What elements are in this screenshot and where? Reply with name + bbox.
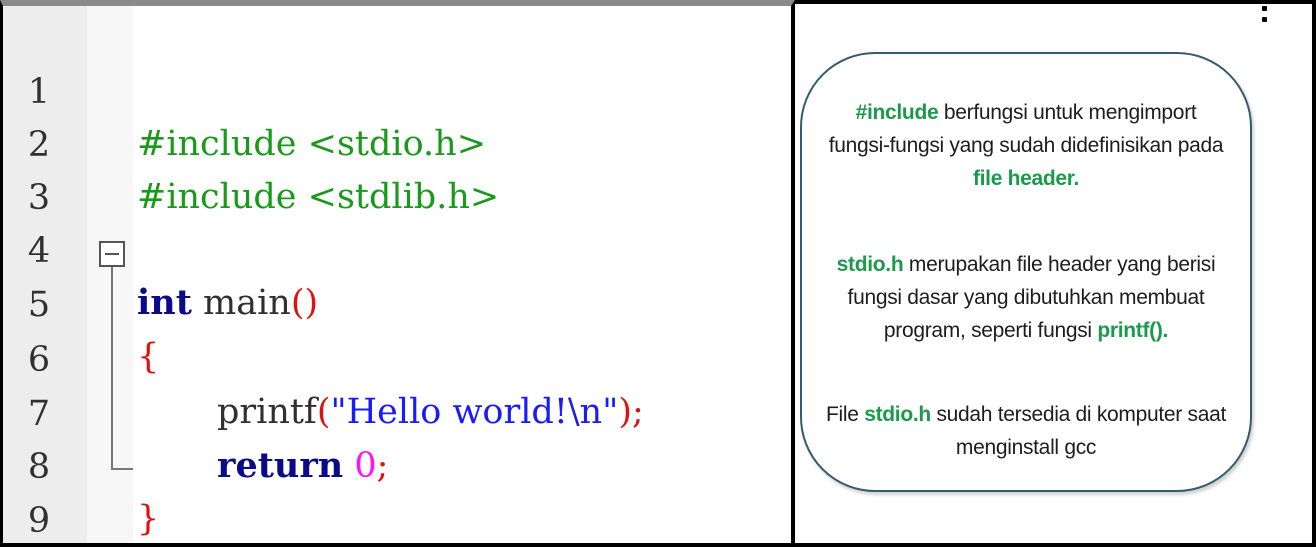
code-line-5[interactable]: 5 { [3, 227, 791, 377]
text: sudah tersedia di komputer saat [930, 403, 1226, 426]
code-line-3[interactable]: 3 [3, 120, 791, 218]
term-file-header: file header. [972, 167, 1080, 190]
close-brace: } [137, 499, 160, 539]
explanation-panel: #include berfungsi untuk mengimport fung… [795, 0, 1316, 547]
text: berfungsi untuk mengimport [938, 101, 1197, 124]
text: program, seperti fungsi [883, 319, 1098, 342]
text: fungsi dasar yang dibutuhkan membuat [847, 286, 1205, 309]
text: File [826, 403, 865, 426]
term-stdio-h: stdio.h [836, 253, 904, 276]
code-line-8[interactable]: 8 } [3, 389, 791, 539]
line-number: 9 [27, 501, 51, 541]
stdio-availability-note: File stdio.h sudah tersedia di komputer … [802, 398, 1250, 464]
include-explanation: #include berfungsi untuk mengimport fung… [802, 96, 1250, 195]
code-line-2[interactable]: 2 #include <stdlib.h> [3, 67, 791, 217]
more-options-icon[interactable] [1260, 6, 1268, 30]
code-line-6[interactable]: 6 printf("Hello world!\n"); [3, 282, 791, 432]
text: merupakan file header yang berisi [903, 253, 1216, 276]
term-printf: printf(). [1097, 319, 1169, 342]
code-line-1[interactable]: 1 #include <stdio.h> [3, 14, 791, 164]
code-editor[interactable]: 1 #include <stdio.h> 2 #include <stdlib.… [0, 0, 795, 547]
code-line-9[interactable]: 9 [3, 443, 791, 541]
keyword-include: #include [855, 101, 939, 124]
code-line-7[interactable]: 7 return 0; [3, 336, 791, 486]
explanation-callout: #include berfungsi untuk mengimport fung… [800, 52, 1252, 492]
text: fungsi-fungsi yang sudah didefinisikan p… [828, 134, 1224, 157]
stdio-explanation: stdio.h merupakan file header yang beris… [802, 248, 1250, 347]
text: menginstall gcc [955, 436, 1097, 459]
code-line-4[interactable]: 4 int main() [3, 173, 791, 323]
term-stdio-h: stdio.h [864, 403, 931, 426]
